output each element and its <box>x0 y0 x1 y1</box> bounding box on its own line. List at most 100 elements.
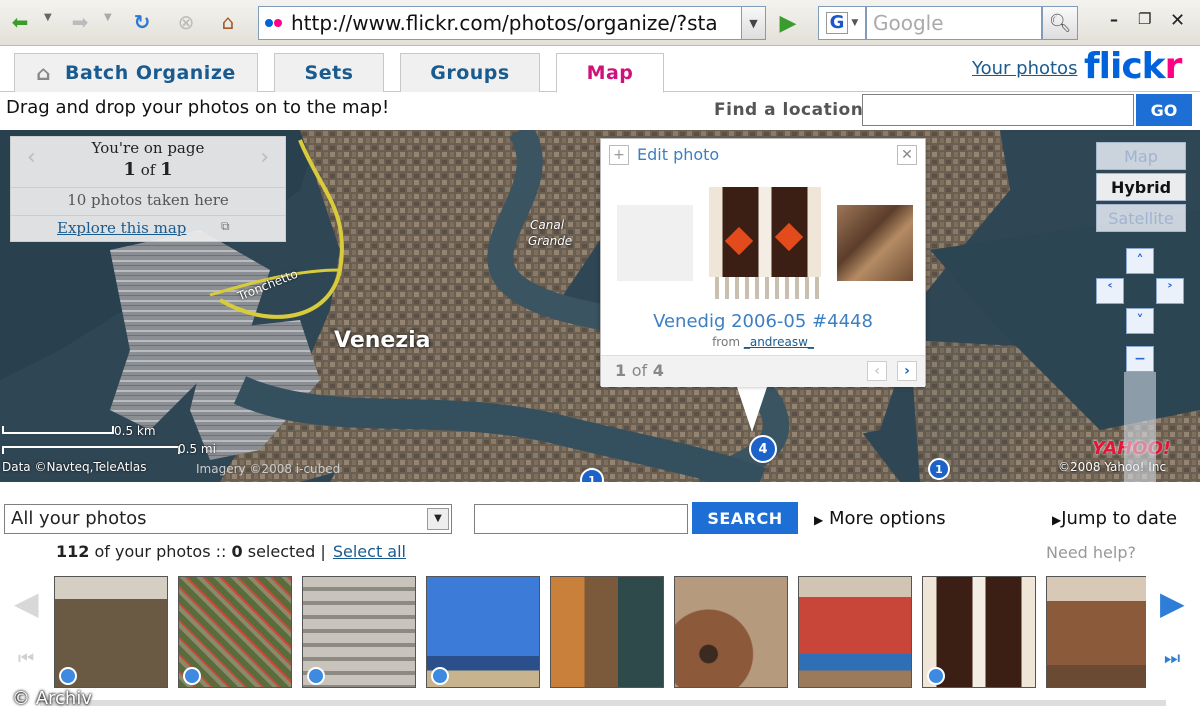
page-info-label: You're on page <box>91 139 205 157</box>
photo-count: 112 <box>56 542 90 561</box>
photo-strip <box>54 572 1146 692</box>
tab-sets[interactable]: Sets <box>274 53 384 92</box>
find-location-input[interactable] <box>862 94 1134 126</box>
photo-cluster-marker[interactable]: 4 <box>749 435 777 463</box>
search-engine-selector[interactable]: G ▼ <box>818 6 866 40</box>
map-type-hybrid-button[interactable]: Hybrid <box>1096 173 1186 201</box>
external-window-icon[interactable]: ⧉ <box>221 219 230 234</box>
pan-left-icon[interactable]: ˂ <box>1096 278 1124 304</box>
map-type-satellite-button[interactable]: Satellite <box>1096 204 1186 232</box>
browser-search-input[interactable]: Google <box>866 6 1042 40</box>
map-instruction: Drag and drop your photos on to the map! <box>6 97 390 118</box>
pan-right-icon[interactable]: ˃ <box>1156 278 1184 304</box>
photo-author-line: from _andreasw_ <box>601 335 925 349</box>
count-text: of your photos :: <box>94 542 227 561</box>
counter-total: 4 <box>652 361 664 380</box>
strip-scrollbar[interactable] <box>40 700 1166 706</box>
search-button[interactable]: SEARCH <box>692 502 798 534</box>
stop-icon[interactable]: ⊗ <box>172 8 200 36</box>
chevron-down-icon[interactable]: ▼ <box>427 508 449 530</box>
pan-down-icon[interactable]: ˅ <box>1126 308 1154 334</box>
address-bar[interactable]: http://www.flickr.com/photos/organize/?s… <box>258 6 742 40</box>
your-photos-link[interactable]: Your photos <box>972 58 1077 79</box>
minimize-icon[interactable]: – <box>1110 10 1118 29</box>
photo-marker[interactable]: 1 <box>928 458 950 480</box>
pan-up-icon[interactable]: ˄ <box>1126 248 1154 274</box>
engine-dropdown-icon: ▼ <box>851 18 859 28</box>
photo-thumbnail[interactable] <box>550 576 664 688</box>
photo-thumbnail[interactable] <box>798 576 912 688</box>
map-type-switcher: Map Hybrid Satellite <box>1096 142 1186 235</box>
page-counter: 1 of 1 <box>11 159 285 180</box>
forward-history-dropdown-icon[interactable]: ▼ <box>104 12 112 23</box>
find-location-go-button[interactable]: GO <box>1136 94 1192 126</box>
divider <box>11 187 285 188</box>
scale-km-label: 0.5 km <box>114 424 156 438</box>
photo-thumbnail[interactable] <box>922 576 1036 688</box>
restore-icon[interactable]: ❐ <box>1138 10 1151 28</box>
tab-label: Batch Organize <box>65 62 236 84</box>
selection-dot-icon[interactable] <box>927 667 945 685</box>
more-options-toggle[interactable]: ▶ More options <box>814 508 946 529</box>
photo-thumbnail[interactable] <box>1046 576 1146 688</box>
strip-next-arrow-icon[interactable]: ▶ <box>1160 584 1185 622</box>
scale-bar-km <box>2 426 114 434</box>
strip-prev-arrow-icon[interactable]: ◀ <box>14 584 39 622</box>
reload-icon[interactable]: ↻ <box>128 8 156 36</box>
popup-counter: 1 of 4 <box>615 361 664 380</box>
zoom-out-icon[interactable]: − <box>1126 346 1154 372</box>
forward-arrow-icon[interactable]: ➡ <box>66 8 94 36</box>
back-history-dropdown-icon[interactable]: ▼ <box>44 12 52 23</box>
selected-photo-thumbnail[interactable] <box>709 187 821 299</box>
from-label: from <box>712 335 741 349</box>
explore-this-map-link[interactable]: Explore this map <box>57 219 186 237</box>
need-help-link[interactable]: Need help? <box>1046 543 1136 562</box>
go-arrow-icon[interactable]: ▶ <box>772 8 804 38</box>
map-type-map-button[interactable]: Map <box>1096 142 1186 170</box>
photo-thumbnail[interactable] <box>426 576 540 688</box>
url-history-dropdown-icon[interactable]: ▼ <box>742 6 766 40</box>
flickr-logo[interactable]: flickr <box>1084 46 1182 87</box>
photo-popup: + Edit photo ✕ Venedig 2006-05 #4448 fro… <box>600 138 926 387</box>
expand-plus-icon[interactable]: + <box>609 145 629 165</box>
photo-filter-select[interactable]: All your photos ▼ <box>4 504 452 534</box>
tab-batch-organize[interactable]: ⌂ Batch Organize <box>14 53 258 92</box>
zoom-slider-track[interactable] <box>1124 372 1156 482</box>
selection-dot-icon[interactable] <box>183 667 201 685</box>
strip-last-icon[interactable]: ⏭︎ <box>1164 648 1180 669</box>
canal-grande-label: Canal <box>530 218 565 232</box>
photo-thumbnail[interactable] <box>54 576 168 688</box>
canal-grande-label-line2: Grande <box>528 234 573 248</box>
select-all-link[interactable]: Select all <box>333 542 406 561</box>
photo-thumbnail[interactable] <box>674 576 788 688</box>
close-window-icon[interactable]: ✕ <box>1170 10 1185 31</box>
next-photo-icon[interactable]: › <box>897 361 917 381</box>
selection-dot-icon[interactable] <box>59 667 77 685</box>
close-popup-icon[interactable]: ✕ <box>897 145 917 165</box>
back-arrow-icon[interactable]: ⬅ <box>6 8 34 36</box>
photo-thumbnail[interactable] <box>178 576 292 688</box>
magnifier-icon[interactable]: 🔍︎ <box>1042 6 1078 40</box>
triangle-right-icon: ▶ <box>1052 513 1062 527</box>
author-link[interactable]: _andreasw_ <box>744 335 814 349</box>
jump-to-date-toggle[interactable]: ▶Jump to date <box>1052 508 1177 529</box>
prev-photo-icon[interactable]: ‹ <box>867 361 887 381</box>
strip-first-icon[interactable]: ⏮︎ <box>18 648 34 669</box>
counter-current: 1 <box>615 361 627 380</box>
photo-thumbnail[interactable] <box>302 576 416 688</box>
next-photo-thumbnail[interactable] <box>837 205 913 281</box>
photo-placeholder[interactable] <box>617 205 693 281</box>
photo-title[interactable]: Venedig 2006-05 #4448 <box>601 311 925 332</box>
tab-map[interactable]: Map <box>556 53 664 93</box>
home-icon[interactable]: ⌂ <box>214 8 242 36</box>
archiv-watermark: © Archiv <box>12 688 92 709</box>
browser-toolbar: ⬅ ▼ ➡ ▼ ↻ ⊗ ⌂ http://www.flickr.com/phot… <box>0 0 1200 46</box>
photo-search-input[interactable] <box>474 504 688 534</box>
tab-groups[interactable]: Groups <box>400 53 540 92</box>
triangle-right-icon: ▶ <box>814 513 824 527</box>
selection-dot-icon[interactable] <box>307 667 325 685</box>
google-icon: G <box>825 12 849 34</box>
imagery-credit: Imagery ©2008 i-cubed <box>196 462 341 476</box>
selection-dot-icon[interactable] <box>431 667 449 685</box>
edit-photo-link[interactable]: Edit photo <box>637 145 719 164</box>
